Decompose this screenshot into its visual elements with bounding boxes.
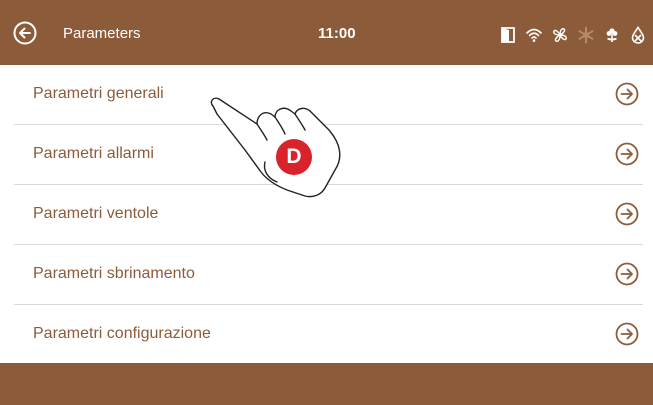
arrow-right-icon[interactable] xyxy=(615,82,639,106)
snowflake-icon xyxy=(578,26,594,44)
menu-item-label: Parametri ventole xyxy=(33,205,159,222)
menu-item-label: Parametri generali xyxy=(33,85,164,102)
door-icon xyxy=(501,27,515,43)
no-defrost-icon xyxy=(631,26,645,44)
arrow-right-icon[interactable] xyxy=(615,202,639,226)
menu-item-parametri-sbrinamento[interactable]: Parametri sbrinamento xyxy=(14,245,643,305)
arrow-right-icon[interactable] xyxy=(615,262,639,286)
menu-item-label: Parametri sbrinamento xyxy=(33,265,195,282)
arrow-right-icon[interactable] xyxy=(615,322,639,346)
fan-icon xyxy=(553,28,567,42)
back-button[interactable] xyxy=(13,21,37,45)
screen: Parameters 11:00 Parametri generali Para… xyxy=(0,0,653,405)
wifi-icon xyxy=(526,28,542,42)
top-bar: Parameters 11:00 xyxy=(0,0,653,65)
step-badge: D xyxy=(276,139,312,175)
menu-item-label: Parametri allarmi xyxy=(33,145,154,162)
bottom-bar xyxy=(0,363,653,405)
menu-item-label: Parametri configurazione xyxy=(33,325,211,342)
arrow-right-icon[interactable] xyxy=(615,142,639,166)
plant-icon xyxy=(606,28,618,42)
menu-item-parametri-configurazione[interactable]: Parametri configurazione xyxy=(14,305,643,364)
clock: 11:00 xyxy=(318,25,356,42)
status-icons xyxy=(491,25,647,45)
page-title: Parameters xyxy=(63,25,141,42)
